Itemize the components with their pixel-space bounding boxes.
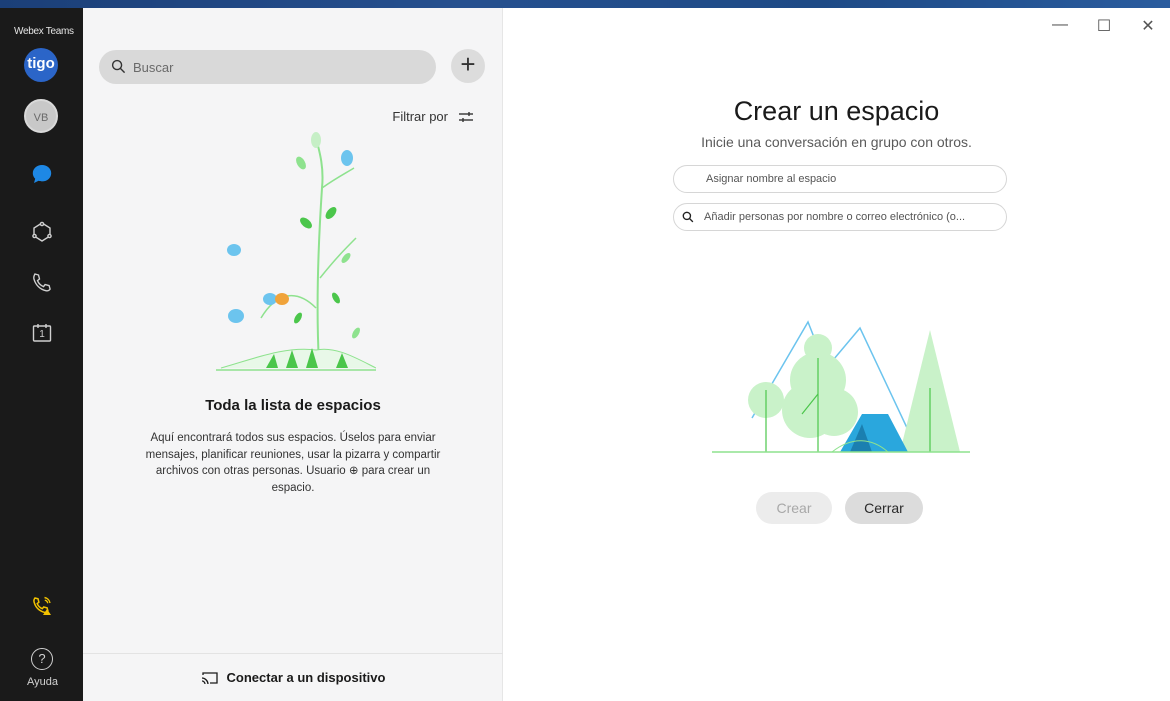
empty-state-title: Toda la lista de espacios [205, 397, 381, 414]
empty-state-description: Aquí encontrará todos sus espacios. Úsel… [145, 432, 441, 494]
teams-icon[interactable] [30, 220, 54, 244]
maximize-button[interactable]: ☐ [1096, 16, 1112, 36]
filter-label: Filtrar por [392, 109, 448, 124]
create-button[interactable]: Crear [756, 492, 832, 524]
avatar[interactable]: VB [24, 99, 58, 133]
help-label: Ayuda [27, 676, 58, 688]
birds-tree-illustration [216, 132, 376, 371]
filter-button[interactable]: Filtrar por [392, 109, 474, 124]
connect-device-label: Conectar a un dispositivo [226, 670, 386, 685]
search-icon [682, 211, 694, 223]
cast-icon [201, 671, 218, 684]
chat-bubble-icon[interactable] [30, 162, 54, 186]
calendar-day-badge: 1 [39, 329, 45, 340]
app-title: Webex Teams [14, 26, 74, 37]
search-box[interactable] [99, 50, 436, 84]
background-window-strip [0, 0, 1170, 8]
add-people-field[interactable] [673, 203, 1007, 231]
connect-device-button[interactable]: Conectar a un dispositivo [83, 653, 503, 701]
calendar-icon[interactable]: 1 [30, 321, 54, 345]
phone-icon[interactable] [30, 271, 54, 295]
create-space-title: Crear un espacio [733, 96, 940, 126]
phone-warning-icon[interactable] [30, 594, 54, 618]
add-space-button[interactable]: + [451, 49, 485, 83]
add-people-input[interactable] [704, 204, 999, 230]
search-icon [111, 59, 126, 74]
camping-illustration [712, 320, 970, 453]
help-icon[interactable]: ? [31, 648, 53, 670]
filter-icon [459, 111, 473, 122]
close-window-button[interactable]: ✕ [1140, 16, 1156, 36]
window-controls: — ☐ ✕ [1052, 16, 1156, 36]
space-name-field[interactable] [673, 165, 1007, 193]
navigation-rail: Webex Teams tigo VB 1 ? Ayuda [0, 8, 83, 701]
minimize-button[interactable]: — [1052, 16, 1068, 36]
space-name-input[interactable] [706, 166, 996, 192]
spaces-panel: + Filtrar por Toda la lista de espacios … [83, 8, 503, 701]
org-logo[interactable]: tigo [24, 48, 58, 82]
close-button[interactable]: Cerrar [845, 492, 923, 524]
create-space-subtitle: Inicie una conversación en grupo con otr… [701, 134, 972, 150]
search-input[interactable] [133, 50, 423, 84]
